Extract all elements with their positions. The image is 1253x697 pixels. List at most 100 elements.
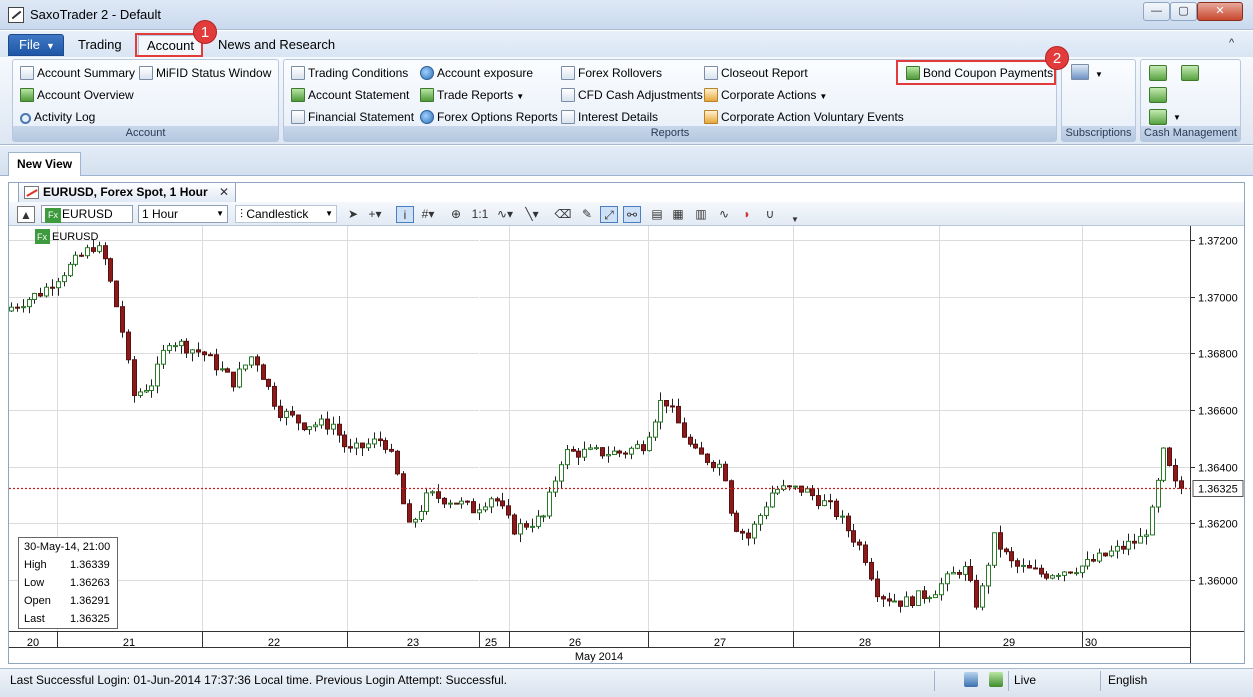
financial-statement-button[interactable]: Financial Statement <box>291 107 414 127</box>
zoom-icon[interactable]: ⊕ <box>447 206 465 223</box>
candle-body <box>851 530 856 543</box>
price-chart[interactable]: 1.37200 1.37000 1.36800 1.36600 1.36400 1.362… <box>9 226 1244 663</box>
subscriptions-button[interactable]: ▼ <box>1071 63 1103 83</box>
candle-body <box>44 286 49 297</box>
cash-withdraw-icon[interactable] <box>1149 87 1167 103</box>
trade-reports-button[interactable]: Trade Reports ▼ <box>420 85 524 105</box>
fx-icon: Fx <box>45 208 61 223</box>
chart-type-value: Candlestick <box>246 207 309 221</box>
candle-body <box>290 410 295 416</box>
chevron-down-icon[interactable]: ▼ <box>1173 113 1181 122</box>
crosshair-icon[interactable]: +▾ <box>366 206 384 223</box>
candle-body <box>1062 571 1067 576</box>
activity-log-button[interactable]: Activity Log <box>20 107 95 127</box>
account-summary-label: Account Summary <box>37 66 136 80</box>
candle-body <box>103 245 108 260</box>
candle-body <box>968 566 973 581</box>
tab-news-and-research[interactable]: News and Research <box>210 35 343 57</box>
candle-body <box>770 492 775 508</box>
candle-body <box>407 503 412 523</box>
ribbon-collapse-icon[interactable]: ^ <box>1229 37 1234 49</box>
cfd-cash-adjustments-button[interactable]: CFD Cash Adjustments <box>561 85 703 105</box>
account-statement-button[interactable]: Account Statement <box>291 85 409 105</box>
magnet-icon[interactable]: ∪ <box>761 206 779 223</box>
candle-body <box>21 306 26 309</box>
tab-trading[interactable]: Trading <box>70 35 130 57</box>
close-button[interactable]: ✕ <box>1197 2 1243 21</box>
grid-icon[interactable]: #▾ <box>419 206 437 223</box>
closeout-report-button[interactable]: Closeout Report <box>704 63 808 83</box>
chart-tab-title: EURUSD, Forex Spot, 1 Hour <box>43 185 208 199</box>
print-icon[interactable]: ▦ <box>669 206 687 223</box>
chart-document-tab[interactable]: EURUSD, Forex Spot, 1 Hour ✕ <box>18 182 237 202</box>
tab-new-view[interactable]: New View <box>8 152 82 176</box>
chevron-down-icon: ▼ <box>819 92 828 101</box>
chart-type-select[interactable]: ⫶ Candlestick ▼ <box>235 205 337 223</box>
interest-details-button[interactable]: Interest Details <box>561 107 658 127</box>
candle-body <box>898 600 903 607</box>
cash-options-icon[interactable] <box>1149 109 1167 125</box>
chevron-down-icon: ▼ <box>325 209 333 218</box>
candle-body <box>1179 480 1184 489</box>
mifid-status-button[interactable]: MiFID Status Window <box>139 63 271 83</box>
language-indicator[interactable]: English <box>1108 673 1147 687</box>
line-tool-icon[interactable]: ╲▾ <box>523 206 541 223</box>
candle-body <box>530 525 535 528</box>
candle-body <box>202 351 207 356</box>
autoscale-icon[interactable]: ⤢ <box>600 206 618 223</box>
ohlc-value: 1.36325 <box>70 613 110 625</box>
candle-body <box>828 500 833 503</box>
collapse-up-icon[interactable]: ▲ <box>17 206 35 223</box>
trading-conditions-button[interactable]: Trading Conditions <box>291 63 408 83</box>
account-summary-button[interactable]: Account Summary <box>20 63 135 83</box>
candle-body <box>360 442 365 449</box>
interval-select[interactable]: 1 Hour ▼ <box>138 205 228 223</box>
candle-body <box>676 405 681 424</box>
file-menu-button[interactable]: File ▼ <box>8 34 64 56</box>
candle-body <box>588 447 593 450</box>
close-icon[interactable]: ✕ <box>219 185 229 199</box>
candle-body <box>559 464 564 482</box>
minimize-button[interactable]: — <box>1143 2 1170 21</box>
x-tick-label: 25 <box>485 637 497 649</box>
report-icon <box>561 110 575 124</box>
eraser-icon[interactable]: ⌫ <box>554 206 572 223</box>
candle-body <box>448 502 453 505</box>
forex-options-reports-button[interactable]: Forex Options Reports <box>420 107 558 127</box>
candle-body <box>27 299 32 308</box>
maximize-button[interactable]: ▢ <box>1170 2 1197 21</box>
cash-transfer-icon[interactable] <box>1181 65 1199 81</box>
account-overview-button[interactable]: Account Overview <box>20 85 134 105</box>
corporate-action-voluntary-events-button[interactable]: Corporate Action Voluntary Events <box>704 107 904 127</box>
candle-body <box>85 247 90 257</box>
template-icon[interactable]: ▤ <box>648 206 666 223</box>
zoom-reset-icon[interactable]: 1:1 <box>471 206 489 223</box>
indicator-icon[interactable]: ∿▾ <box>496 206 514 223</box>
account-tab-highlight <box>135 33 203 57</box>
corporate-actions-button[interactable]: Corporate Actions ▼ <box>704 85 827 105</box>
candle-body <box>816 495 821 507</box>
save-icon[interactable]: ▥ <box>692 206 710 223</box>
tool-icon[interactable]: ✎ <box>578 206 596 223</box>
candle-body <box>1144 534 1149 537</box>
cash-deposit-icon[interactable] <box>1149 65 1167 81</box>
candle-body <box>97 245 102 252</box>
pointer-icon[interactable]: ➤ <box>344 206 362 223</box>
instrument-input[interactable]: Fx EURUSD <box>41 205 133 223</box>
link-icon[interactable]: ⚯ <box>623 206 641 223</box>
ohlc-label: Low <box>24 577 45 589</box>
candle-body <box>325 418 330 430</box>
info-icon[interactable]: i <box>396 206 414 223</box>
candle-body <box>249 356 254 366</box>
account-exposure-button[interactable]: Account exposure <box>420 63 533 83</box>
sound-icon[interactable]: ◗ <box>738 206 756 223</box>
user-icon[interactable] <box>964 672 978 687</box>
candle-body <box>740 530 745 534</box>
forex-rollovers-button[interactable]: Forex Rollovers <box>561 63 662 83</box>
candle-body <box>354 442 359 449</box>
candle-body <box>220 368 225 371</box>
candle-body <box>50 286 55 289</box>
ribbon-body: Account Summary MiFID Status Window Acco… <box>0 57 1253 145</box>
wave-icon[interactable]: ∿ <box>715 206 733 223</box>
ohlc-row-open: Open 1.36291 <box>19 592 117 610</box>
